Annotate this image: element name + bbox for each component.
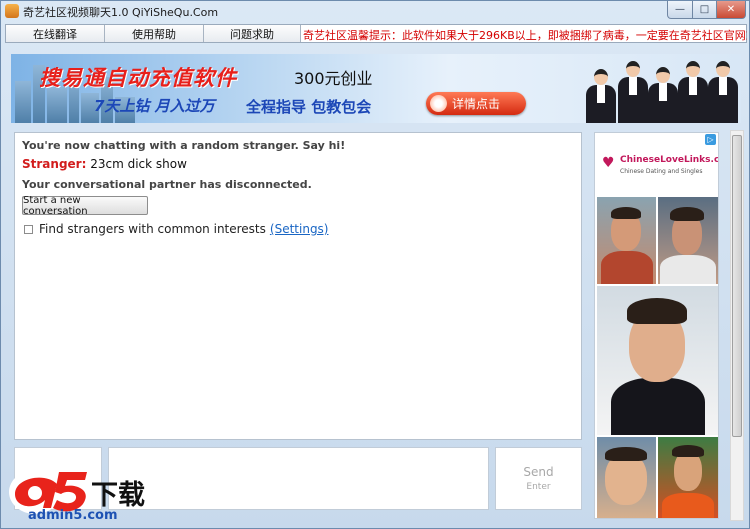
- banner-slogan-2: 全程指导 包教包会: [246, 98, 372, 116]
- banner-slogan-1: 7天上钻 月入过万: [94, 97, 215, 115]
- business-people-image: [578, 54, 741, 123]
- tab-online-translate[interactable]: 在线翻译: [6, 25, 105, 42]
- ad-tagline: Chinese Dating and Singles: [620, 168, 703, 175]
- ad-photo[interactable]: [597, 437, 656, 518]
- app-icon: [5, 4, 19, 18]
- ad-banner[interactable]: 搜易通自动充值软件 300元创业 7天上钻 月入过万 全程指导 包教包会 详情点…: [11, 54, 741, 123]
- ad-scrollbar[interactable]: [730, 130, 744, 521]
- stranger-message: Stranger: 23cm dick show: [22, 157, 187, 171]
- title-bar[interactable]: 奇艺社区视频聊天1.0 QiYiSheQu.Com — □ ✕: [1, 1, 749, 22]
- ad-photo[interactable]: [597, 197, 656, 284]
- banner-title: 搜易通自动充值软件: [39, 66, 237, 90]
- minimize-button[interactable]: —: [667, 1, 693, 19]
- watermark-download-text: 下载: [91, 480, 145, 511]
- chat-intro-message: You're now chatting with a random strang…: [22, 139, 346, 152]
- heart-icon: ♥: [602, 155, 615, 171]
- app-window: 奇艺社区视频聊天1.0 QiYiSheQu.Com — □ ✕ 在线翻译 使用帮…: [0, 0, 750, 529]
- send-label: Send: [523, 465, 554, 479]
- ad-photo[interactable]: [658, 437, 718, 518]
- banner-details-label: 详情点击: [451, 97, 500, 111]
- tab-ask-question[interactable]: 问题求助: [204, 25, 301, 42]
- settings-link[interactable]: (Settings): [270, 222, 329, 236]
- tab-usage-help[interactable]: 使用帮助: [105, 25, 204, 42]
- send-button[interactable]: Send Enter: [495, 447, 582, 510]
- disconnect-message: Your conversational partner has disconne…: [22, 178, 312, 191]
- notice-marquee: 奇艺社区温馨提示：此软件如果大于296KB以上，即被捆绑了病毒，一定要在奇艺社区…: [303, 29, 747, 41]
- ad-logo[interactable]: ♥ ChineseLoveLinks.com Chinese Dating an…: [599, 153, 719, 183]
- close-button[interactable]: ✕: [716, 1, 746, 19]
- ad-site-name: ChineseLoveLinks.com: [620, 155, 719, 165]
- new-conversation-button[interactable]: Start a new conversation: [22, 195, 148, 217]
- stranger-label: Stranger:: [22, 157, 87, 171]
- stranger-message-text: 23cm dick show: [90, 157, 187, 171]
- ad-photo[interactable]: [658, 197, 718, 284]
- ad-photo[interactable]: [597, 286, 718, 435]
- button-circle-icon: [430, 95, 447, 112]
- common-interests-checkbox[interactable]: [24, 224, 33, 234]
- window-title: 奇艺社区视频聊天1.0 QiYiSheQu.Com: [23, 6, 219, 19]
- banner-price: 300元创业: [294, 69, 373, 88]
- chat-log[interactable]: You're now chatting with a random strang…: [14, 132, 582, 440]
- ad-choices-icon[interactable]: ▷: [705, 134, 716, 145]
- side-advertisement[interactable]: ▷ ♥ ChineseLoveLinks.com Chinese Dating …: [594, 132, 719, 519]
- common-interests-row: Find strangers with common interests (Se…: [24, 221, 329, 237]
- banner-details-button[interactable]: 详情点击: [426, 92, 526, 115]
- message-input[interactable]: [108, 447, 489, 510]
- maximize-button[interactable]: □: [692, 1, 717, 19]
- scrollbar-thumb[interactable]: [732, 135, 742, 437]
- common-interests-label: Find strangers with common interests: [39, 222, 266, 236]
- send-hint: Enter: [526, 482, 551, 492]
- menu-bar: 在线翻译 使用帮助 问题求助 奇艺社区温馨提示：此软件如果大于296KB以上，即…: [5, 24, 747, 43]
- watermark-logo: 下载 admin5.com: [5, 464, 150, 526]
- watermark-domain: admin5.com: [28, 508, 118, 523]
